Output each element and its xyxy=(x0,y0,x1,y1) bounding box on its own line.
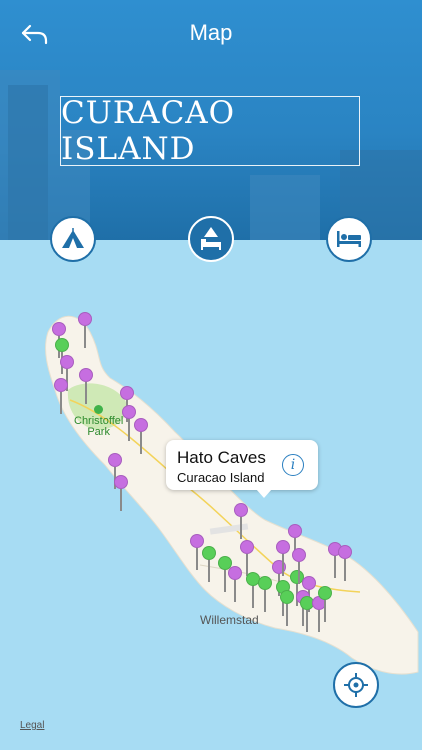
crosshair-icon xyxy=(344,673,368,697)
tent-bed-icon xyxy=(201,227,221,250)
map-pin[interactable] xyxy=(202,546,216,582)
map-pin[interactable] xyxy=(318,586,332,622)
park-label-line2: Park xyxy=(87,426,110,438)
map-pin[interactable] xyxy=(134,418,148,454)
map-pin[interactable] xyxy=(338,545,352,581)
hero-title-box: CURACAO ISLAND xyxy=(60,95,360,167)
page-title: Map xyxy=(189,20,233,45)
map-pin[interactable] xyxy=(276,540,290,576)
map-callout[interactable]: Hato Caves Curacao Island i xyxy=(166,440,318,498)
park-icon xyxy=(94,405,104,414)
map-pin[interactable] xyxy=(228,566,242,602)
map-pin[interactable] xyxy=(79,368,93,404)
map-pin[interactable] xyxy=(54,378,68,414)
bed-icon xyxy=(337,231,361,247)
background-building xyxy=(8,85,48,240)
category-attractions-button[interactable] xyxy=(50,216,96,262)
category-hotels-button[interactable] xyxy=(326,216,372,262)
callout-title: Hato Caves xyxy=(177,448,266,467)
map-pin[interactable] xyxy=(234,503,248,539)
map-pin[interactable] xyxy=(78,312,92,348)
city-label: Willemstad xyxy=(200,613,259,627)
map-pin[interactable] xyxy=(114,475,128,511)
map-pin[interactable] xyxy=(240,540,254,576)
map-pin[interactable] xyxy=(280,590,294,626)
locate-me-button[interactable] xyxy=(333,662,379,708)
park-label: Christoffel Park xyxy=(74,405,123,438)
background-building xyxy=(250,175,320,240)
header-banner: Map CURACAO ISLAND xyxy=(0,0,422,240)
hero-title: CURACAO ISLAND xyxy=(61,95,236,167)
map-pin[interactable] xyxy=(258,576,272,612)
category-lodging-activities-button[interactable] xyxy=(188,216,234,262)
callout-subtitle: Curacao Island xyxy=(177,470,265,485)
tent-icon xyxy=(62,228,84,248)
info-icon[interactable]: i xyxy=(282,454,304,476)
legal-link[interactable]: Legal xyxy=(20,720,44,731)
